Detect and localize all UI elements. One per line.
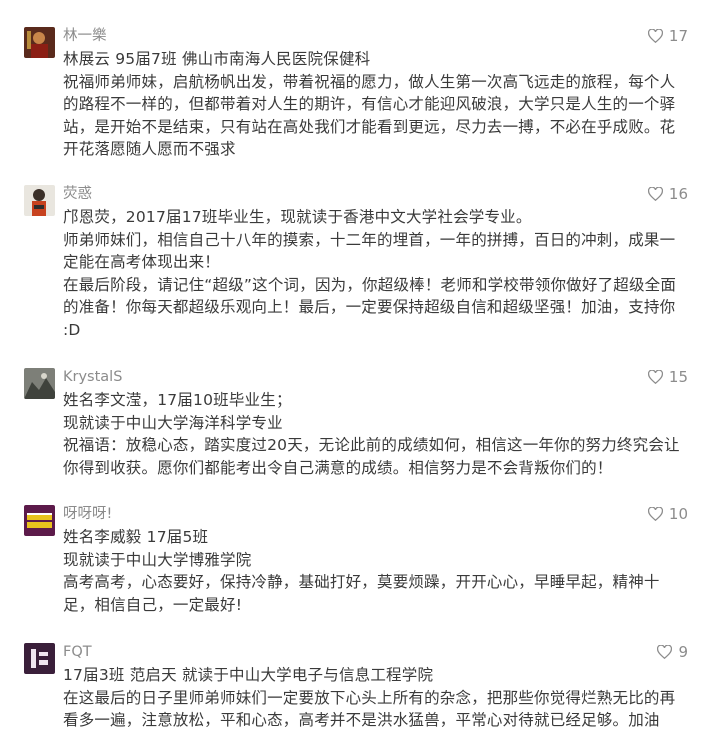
comment-author[interactable]: 呀呀呀! [63,505,112,523]
like-button[interactable]: 17 [647,27,688,45]
comment-author[interactable]: FQT [63,643,92,661]
like-count: 16 [668,185,688,203]
comment-list: 林一樂 17 林展云 95届7班 佛山市南海人民医院保健科 祝福师弟师妹，启航杨… [0,0,702,751]
heart-icon [647,370,663,384]
comment-line: 祝福语：放稳心态，踏实度过20天，无论此前的成绩如何，相信这一年你的努力终究会让… [63,436,680,477]
like-count: 10 [668,505,688,523]
comment-body: 姓名李威毅 17届5班 现就读于中山大学博雅学院 高考高考，心态要好，保持冷静，… [63,526,683,616]
heart-icon [647,29,663,43]
comment-line: 高考高考，心态要好，保持冷静，基础打好，莫要烦躁，开开心心，早睡早起，精神十足，… [63,573,660,614]
avatar[interactable] [24,185,55,216]
avatar[interactable] [24,27,55,58]
like-button[interactable]: 9 [657,643,688,661]
comment-line: 林展云 95届7班 佛山市南海人民医院保健科 [63,50,371,68]
comment-line: 姓名李威毅 17届5班 [63,528,209,546]
comment-body: 17届3班 范启天 就读于中山大学电子与信息工程学院 在这最后的日子里师弟师妹们… [63,664,683,732]
avatar[interactable] [24,643,55,674]
like-button[interactable]: 15 [647,368,688,386]
comment-author[interactable]: 荧惑 [63,185,92,203]
like-count: 9 [678,643,688,661]
comment-line: 在这最后的日子里师弟师妹们一定要放下心头上所有的杂念，把那些你觉得烂熟无比的再看… [63,688,676,730]
comment-author[interactable]: 林一樂 [63,27,107,45]
comment-line: 现就读于中山大学海洋科学专业 [63,413,283,432]
avatar[interactable] [24,505,55,536]
comment-line: 师弟师妹们，相信自己十八年的摸索，十二年的埋首，一年的拼搏，百日的冲刺，成果一定… [63,230,676,272]
comment-line: 17届3班 范启天 就读于中山大学电子与信息工程学院 [63,666,434,684]
comment-author[interactable]: KrystalS [63,368,122,386]
like-count: 15 [668,368,688,386]
comment-line: 邝恩荧，2017届17班毕业生，现就读于香港中文大学社会学专业。 [63,208,532,226]
comment-body: 姓名李文滢，17届10班毕业生； 现就读于中山大学海洋科学专业 祝福语：放稳心态… [63,389,683,479]
comment-line: 现就读于中山大学博雅学院 [63,550,252,569]
like-button[interactable]: 10 [647,505,688,523]
comment-body: 林展云 95届7班 佛山市南海人民医院保健科 祝福师弟师妹，启航杨帆出发，带着祝… [63,48,683,161]
comment-body: 邝恩荧，2017届17班毕业生，现就读于香港中文大学社会学专业。 师弟师妹们，相… [63,206,683,341]
like-button[interactable]: 16 [647,185,688,203]
heart-icon [657,645,673,659]
heart-icon [647,507,663,521]
avatar[interactable] [24,368,55,399]
comment-line: 姓名李文滢，17届10班毕业生； [63,391,292,409]
comment-line: 在最后阶段，请记住“超级”这个词，因为，你超级棒！老师和学校带领你做好了超级全面… [63,275,677,339]
heart-icon [647,187,663,201]
like-count: 17 [668,27,688,45]
comment-line: 祝福师弟师妹，启航杨帆出发，带着祝福的愿力，做人生第一次高飞远走的旅程，每个人的… [63,72,676,159]
